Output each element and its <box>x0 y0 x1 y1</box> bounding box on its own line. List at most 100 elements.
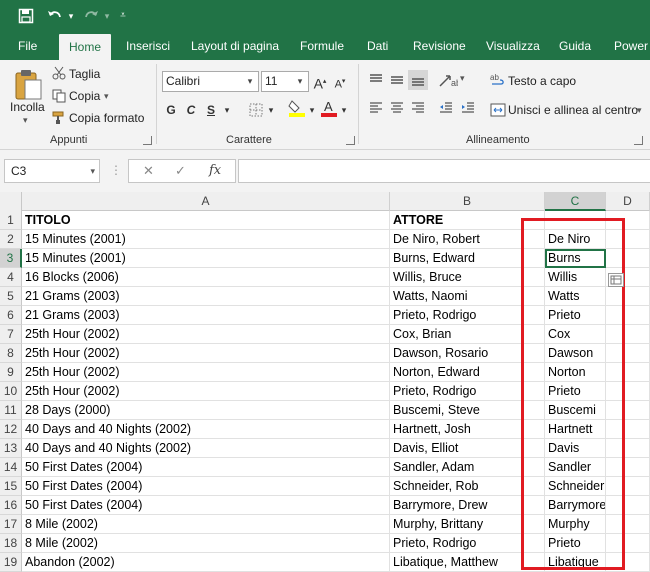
cell-b[interactable]: De Niro, Robert <box>390 230 545 249</box>
cell-c[interactable]: Dawson <box>545 344 606 363</box>
cell-d[interactable] <box>606 477 650 496</box>
format-painter-button[interactable]: Copia formato <box>69 111 144 125</box>
cell-d[interactable] <box>606 287 650 306</box>
undo-icon[interactable] <box>44 4 66 28</box>
italic-button[interactable]: C <box>184 100 198 120</box>
cell-d[interactable] <box>606 211 650 230</box>
scissors-icon[interactable] <box>52 66 66 80</box>
cell-b[interactable]: Prieto, Rodrigo <box>390 382 545 401</box>
cell-b[interactable]: Barrymore, Drew <box>390 496 545 515</box>
cell-a[interactable]: Abandon (2002) <box>22 553 390 572</box>
cell-c[interactable]: Murphy <box>545 515 606 534</box>
cell-a[interactable]: 15 Minutes (2001) <box>22 230 390 249</box>
cell-b[interactable]: Willis, Bruce <box>390 268 545 287</box>
row-header[interactable]: 10 <box>0 382 22 401</box>
fill-color-icon[interactable] <box>288 98 306 118</box>
row-header[interactable]: 16 <box>0 496 22 515</box>
row-header[interactable]: 8 <box>0 344 22 363</box>
align-bottom-icon[interactable] <box>408 70 428 90</box>
align-center-icon[interactable] <box>389 100 405 116</box>
cell-a[interactable]: 21 Grams (2003) <box>22 287 390 306</box>
cell-b[interactable]: Prieto, Rodrigo <box>390 306 545 325</box>
tab-view[interactable]: Visualizza <box>486 32 540 60</box>
cell-b[interactable]: Libatique, Matthew <box>390 553 545 572</box>
cell-d[interactable] <box>606 401 650 420</box>
cell-a[interactable]: 50 First Dates (2004) <box>22 496 390 515</box>
decrease-indent-icon[interactable] <box>438 100 454 116</box>
tab-page-layout[interactable]: Layout di pagina <box>191 32 279 60</box>
clipboard-launcher-icon[interactable] <box>143 136 152 145</box>
cell-a[interactable]: 28 Days (2000) <box>22 401 390 420</box>
cell-d[interactable] <box>606 325 650 344</box>
undo-dropdown-icon[interactable]: ▾ <box>66 4 76 28</box>
cell-d[interactable] <box>606 534 650 553</box>
cell-a[interactable]: 15 Minutes (2001) <box>22 249 390 268</box>
cell-d[interactable] <box>606 439 650 458</box>
cell-b[interactable]: Dawson, Rosario <box>390 344 545 363</box>
grow-font-button[interactable]: A▴ <box>312 72 328 92</box>
cell-b[interactable]: Prieto, Rodrigo <box>390 534 545 553</box>
cell-c[interactable]: Norton <box>545 363 606 382</box>
cut-button[interactable]: Taglia <box>69 67 100 81</box>
tab-formulas[interactable]: Formule <box>300 32 344 60</box>
cell-a[interactable]: 8 Mile (2002) <box>22 515 390 534</box>
quick-analysis-icon[interactable] <box>608 273 624 287</box>
tab-help[interactable]: Guida <box>559 32 591 60</box>
row-header[interactable]: 3 <box>0 249 22 268</box>
cell-a[interactable]: 50 First Dates (2004) <box>22 458 390 477</box>
select-all-button[interactable] <box>0 192 22 211</box>
cell-a[interactable]: 16 Blocks (2006) <box>22 268 390 287</box>
cell-a[interactable]: 25th Hour (2002) <box>22 363 390 382</box>
copy-dropdown-icon[interactable]: ▾ <box>104 91 109 102</box>
cell-b[interactable]: Davis, Elliot <box>390 439 545 458</box>
cell-d[interactable] <box>606 496 650 515</box>
font-name-select[interactable]: Calibri ▾ <box>162 71 259 92</box>
row-header[interactable]: 13 <box>0 439 22 458</box>
orientation-dropdown-icon[interactable]: ▾ <box>460 73 465 84</box>
cell-c[interactable]: Prieto <box>545 306 606 325</box>
tab-home[interactable]: Home <box>59 34 112 60</box>
tab-data[interactable]: Dati <box>367 32 388 60</box>
cell-c[interactable]: Schneider <box>545 477 606 496</box>
cancel-icon[interactable]: ✕ <box>143 163 154 179</box>
row-header[interactable]: 1 <box>0 211 22 230</box>
align-right-icon[interactable] <box>410 100 426 116</box>
cell-a[interactable]: 21 Grams (2003) <box>22 306 390 325</box>
cell-b[interactable]: Norton, Edward <box>390 363 545 382</box>
cell-d[interactable] <box>606 458 650 477</box>
formula-input[interactable] <box>238 159 650 183</box>
cell-b[interactable]: Hartnett, Josh <box>390 420 545 439</box>
tab-file[interactable]: File <box>18 32 37 60</box>
cell-b[interactable]: Sandler, Adam <box>390 458 545 477</box>
tab-insert[interactable]: Inserisci <box>126 32 170 60</box>
cell-c[interactable]: Libatique <box>545 553 606 572</box>
font-size-select[interactable]: 11 ▾ <box>261 71 309 92</box>
row-header[interactable]: 5 <box>0 287 22 306</box>
row-header[interactable]: 4 <box>0 268 22 287</box>
row-header[interactable]: 7 <box>0 325 22 344</box>
cell-c[interactable]: Willis <box>545 268 606 287</box>
row-header[interactable]: 15 <box>0 477 22 496</box>
cell-d[interactable] <box>606 363 650 382</box>
font-color-icon[interactable]: A <box>320 98 338 118</box>
cell-c[interactable]: Davis <box>545 439 606 458</box>
cell-c[interactable]: Buscemi <box>545 401 606 420</box>
cell-b[interactable]: ATTORE <box>390 211 545 230</box>
font-color-dropdown-icon[interactable]: ▾ <box>339 100 349 120</box>
cell-b[interactable]: Burns, Edward <box>390 249 545 268</box>
drag-handle-icon[interactable]: ⋮ <box>110 163 122 177</box>
column-header-c[interactable]: C <box>545 192 606 211</box>
cell-d[interactable] <box>606 249 650 268</box>
cell-d[interactable] <box>606 420 650 439</box>
cell-c[interactable]: Hartnett <box>545 420 606 439</box>
name-box[interactable]: C3 ▾ <box>4 159 100 183</box>
row-header[interactable]: 14 <box>0 458 22 477</box>
cell-c[interactable] <box>545 211 606 230</box>
save-icon[interactable] <box>14 4 38 28</box>
increase-indent-icon[interactable] <box>460 100 476 116</box>
align-top-icon[interactable] <box>368 72 384 88</box>
row-header[interactable]: 18 <box>0 534 22 553</box>
row-header[interactable]: 6 <box>0 306 22 325</box>
merge-dropdown-icon[interactable]: ▾ <box>637 105 642 116</box>
merge-center-button[interactable]: Unisci e allinea al centro <box>508 103 638 117</box>
